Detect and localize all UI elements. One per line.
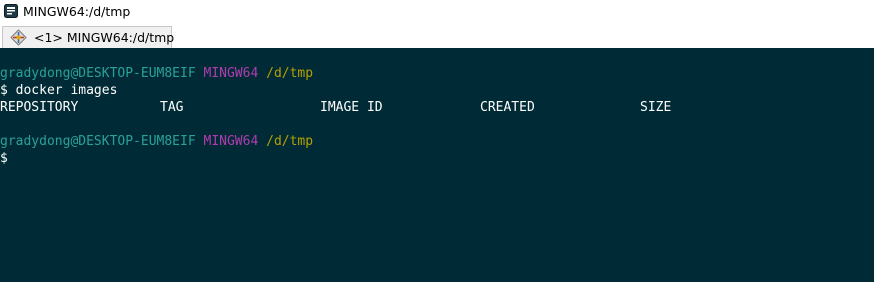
prompt-user-host: gradydong@DESKTOP-EUM8EIF <box>0 134 196 149</box>
prompt-line: gradydong@DESKTOP-EUM8EIF MINGW64 /d/tmp <box>0 65 874 82</box>
header-size: SIZE <box>640 100 672 115</box>
input-line[interactable]: $ <box>0 150 874 167</box>
tab-console-icon <box>10 29 27 46</box>
header-tag: TAG <box>160 100 184 115</box>
header-created: CREATED <box>480 100 535 115</box>
terminal-output[interactable]: gradydong@DESKTOP-EUM8EIF MINGW64 /d/tmp… <box>0 48 874 282</box>
prompt-path: /d/tmp <box>266 66 314 81</box>
header-image-id: IMAGE ID <box>320 100 383 115</box>
tab-bar: <1> MINGW64:/d/tmp <box>0 24 874 48</box>
prompt-path: /d/tmp <box>266 134 314 149</box>
command-text: $ docker images <box>0 83 118 98</box>
input-prompt-symbol: $ <box>0 151 8 166</box>
table-header-row: REPOSITORY TAG IMAGE ID CREATED SIZE <box>0 99 874 116</box>
title-bar[interactable]: MINGW64:/d/tmp <box>0 0 874 24</box>
terminal-window: MINGW64:/d/tmp <1> MINGW64:/d/tmp gradyd… <box>0 0 874 282</box>
prompt-msystem: MINGW64 <box>203 134 259 149</box>
command-line: $ docker images <box>0 82 874 99</box>
prompt-line: gradydong@DESKTOP-EUM8EIF MINGW64 /d/tmp <box>0 133 874 150</box>
prompt-user-host: gradydong@DESKTOP-EUM8EIF <box>0 66 196 81</box>
window-title: MINGW64:/d/tmp <box>23 4 131 19</box>
tab-console-1[interactable]: <1> MINGW64:/d/tmp <box>2 26 175 48</box>
tab-label: <1> MINGW64:/d/tmp <box>34 30 175 45</box>
header-repository: REPOSITORY <box>0 100 79 115</box>
prompt-msystem: MINGW64 <box>203 66 259 81</box>
terminal-icon <box>4 4 18 18</box>
